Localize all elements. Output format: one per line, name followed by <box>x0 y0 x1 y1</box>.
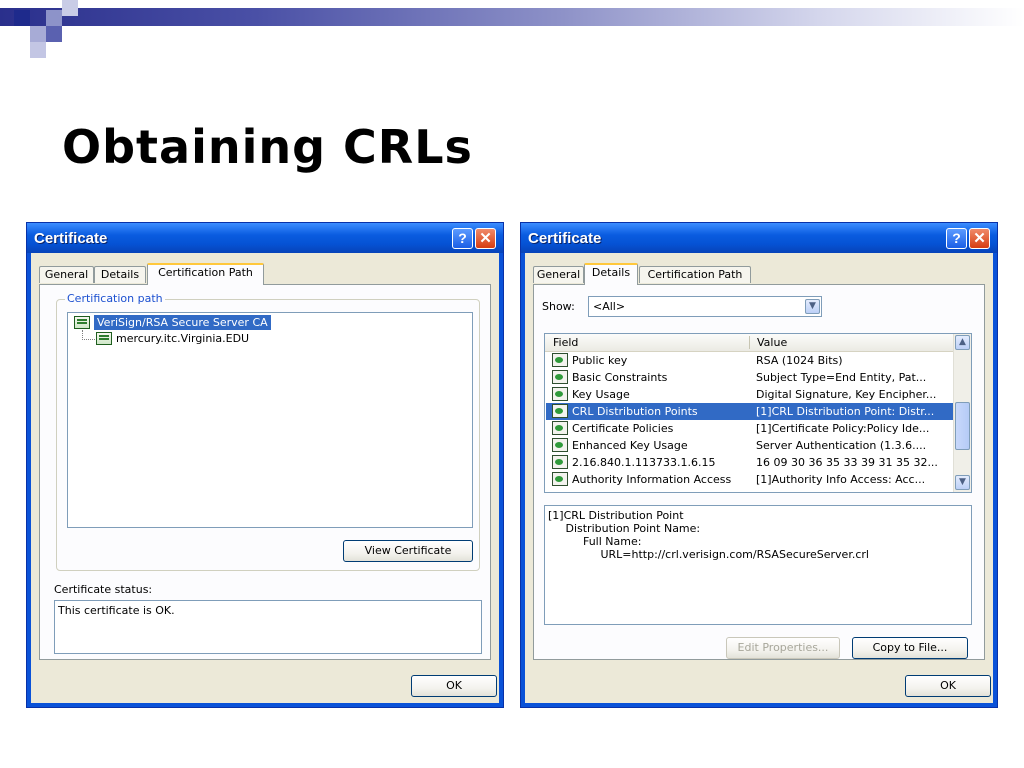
field-value: Server Authentication (1.3.6.... <box>756 439 927 452</box>
column-divider <box>749 336 750 349</box>
column-header-field[interactable]: Field <box>553 336 578 349</box>
vertical-scrollbar[interactable]: ▲ ▼ <box>953 334 971 492</box>
close-button[interactable]: ✕ <box>969 228 990 249</box>
certificate-icon <box>96 332 112 345</box>
tree-item-root[interactable]: VeriSign/RSA Secure Server CA <box>94 315 271 330</box>
slide-title: Obtaining CRLs <box>62 120 473 174</box>
dialog-client: General Details Certification Path Certi… <box>31 253 499 703</box>
table-row[interactable]: Basic Constraints Subject Type=End Entity… <box>546 369 953 386</box>
certificate-field-icon <box>552 404 568 418</box>
deco-square <box>30 26 46 42</box>
title-bar[interactable]: Certificate ? ✕ <box>521 223 997 253</box>
tab-certification-path[interactable]: Certification Path <box>639 266 751 283</box>
table-row[interactable]: Authority Information Access [1]Authority… <box>546 471 953 488</box>
table-row[interactable]: Public key RSA (1024 Bits) <box>546 352 953 369</box>
show-select-value: <All> <box>593 300 626 313</box>
field-value: 16 09 30 36 35 33 39 31 35 32... <box>756 456 938 469</box>
certificate-status-label: Certificate status: <box>54 583 153 596</box>
detail-line: [1]CRL Distribution Point <box>548 509 684 522</box>
field-value: [1]Certificate Policy:Policy Ide... <box>756 422 930 435</box>
title-bar[interactable]: Certificate ? ✕ <box>27 223 503 253</box>
certificate-status-text: This certificate is OK. <box>58 604 175 617</box>
tree-connector <box>82 330 95 340</box>
deco-square <box>46 26 62 42</box>
field-name: Public key <box>572 354 628 367</box>
chevron-down-icon[interactable]: ▼ <box>805 299 820 314</box>
scroll-thumb[interactable] <box>955 402 970 450</box>
field-value: [1]Authority Info Access: Acc... <box>756 473 926 486</box>
deco-square <box>14 10 30 26</box>
field-detail-box[interactable]: [1]CRL Distribution Point Distribution P… <box>544 505 972 625</box>
copy-to-file-button[interactable]: Copy to File... <box>852 637 968 659</box>
field-name: 2.16.840.1.113733.1.6.15 <box>572 456 716 469</box>
table-row[interactable]: Enhanced Key Usage Server Authentication … <box>546 437 953 454</box>
group-label: Certification path <box>65 292 165 305</box>
edit-properties-button[interactable]: Edit Properties... <box>726 637 840 659</box>
tab-general[interactable]: General <box>39 266 94 283</box>
help-button[interactable]: ? <box>452 228 473 249</box>
field-name: Enhanced Key Usage <box>572 439 688 452</box>
field-value: Subject Type=End Entity, Pat... <box>756 371 927 384</box>
deco-square <box>46 10 62 26</box>
field-value: [1]CRL Distribution Point: Distr... <box>756 405 935 418</box>
certificate-field-icon <box>552 421 568 435</box>
certification-path-group: Certification path VeriSign/RSA Secure S… <box>56 292 480 571</box>
ok-button[interactable]: OK <box>905 675 991 697</box>
table-row[interactable]: Key Usage Digital Signature, Key Encipher… <box>546 386 953 403</box>
certificate-field-icon <box>552 472 568 486</box>
certificate-field-icon <box>552 370 568 384</box>
deco-square <box>30 42 46 58</box>
close-button[interactable]: ✕ <box>475 228 496 249</box>
field-name: Key Usage <box>572 388 630 401</box>
tree-item-label: VeriSign/RSA Secure Server CA <box>97 316 268 329</box>
dialog-title: Certificate <box>34 230 108 247</box>
table-row[interactable]: Certificate Policies [1]Certificate Polic… <box>546 420 953 437</box>
tab-details[interactable]: Details <box>94 266 146 283</box>
certificate-field-icon <box>552 387 568 401</box>
tab-details[interactable]: Details <box>584 263 638 285</box>
detail-line: Distribution Point Name: <box>548 522 701 535</box>
field-name: Certificate Policies <box>572 422 674 435</box>
tab-general[interactable]: General <box>533 266 584 283</box>
certificate-icon <box>74 316 90 329</box>
tab-panel: Show: <All> ▼ Field Value Public key RSA … <box>533 284 985 660</box>
certificate-field-icon <box>552 455 568 469</box>
table-row[interactable]: 2.16.840.1.113733.1.6.15 16 09 30 36 35 3… <box>546 454 953 471</box>
field-name: Basic Constraints <box>572 371 668 384</box>
certificate-dialog-right: Certificate ? ✕ General Details Certific… <box>520 222 998 708</box>
field-value: RSA (1024 Bits) <box>756 354 843 367</box>
tree-item-leaf[interactable]: mercury.itc.Virginia.EDU <box>116 332 249 345</box>
field-name: CRL Distribution Points <box>572 405 698 418</box>
field-value: Digital Signature, Key Encipher... <box>756 388 937 401</box>
certificate-field-icon <box>552 353 568 367</box>
dialog-client: General Details Certification Path Show:… <box>525 253 993 703</box>
view-certificate-button[interactable]: View Certificate <box>343 540 473 562</box>
deco-square <box>62 0 78 16</box>
certification-path-tree[interactable]: VeriSign/RSA Secure Server CA mercury.it… <box>67 312 473 528</box>
help-button[interactable]: ? <box>946 228 967 249</box>
dialog-title: Certificate <box>528 230 602 247</box>
detail-line: Full Name: <box>548 535 642 548</box>
show-select[interactable]: <All> ▼ <box>588 296 822 317</box>
scroll-up-icon[interactable]: ▲ <box>955 335 970 350</box>
column-header-value[interactable]: Value <box>757 336 787 349</box>
tab-certification-path[interactable]: Certification Path <box>147 263 264 285</box>
tab-panel: Certification path VeriSign/RSA Secure S… <box>39 284 491 660</box>
certificate-status-box[interactable]: This certificate is OK. <box>54 600 482 654</box>
certificate-dialog-left: Certificate ? ✕ General Details Certific… <box>26 222 504 708</box>
certificate-field-icon <box>552 438 568 452</box>
list-header: Field Value <box>545 334 953 352</box>
ok-button[interactable]: OK <box>411 675 497 697</box>
header-gradient-bar <box>0 8 1024 26</box>
fields-list[interactable]: Field Value Public key RSA (1024 Bits) Bas… <box>544 333 972 493</box>
show-label: Show: <box>542 300 575 313</box>
table-row[interactable]: CRL Distribution Points [1]CRL Distributi… <box>546 403 953 420</box>
detail-line: URL=http://crl.verisign.com/RSASecureSer… <box>548 548 869 561</box>
field-name: Authority Information Access <box>572 473 732 486</box>
scroll-down-icon[interactable]: ▼ <box>955 475 970 490</box>
